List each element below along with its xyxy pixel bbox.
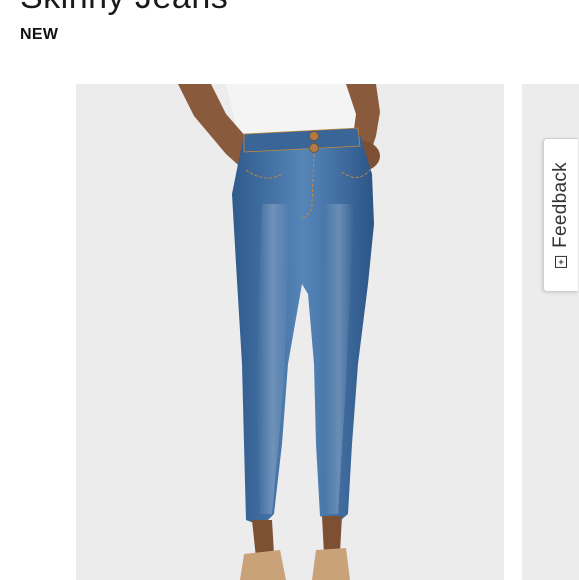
product-title: Skinny Jeans: [20, 0, 228, 17]
product-image-main[interactable]: [76, 84, 504, 580]
new-badge: NEW: [20, 26, 59, 43]
jeans-photo: [76, 84, 504, 580]
feedback-tab[interactable]: + Feedback: [543, 138, 578, 292]
feedback-plus-icon: +: [555, 255, 567, 268]
product-image-gallery[interactable]: [0, 84, 579, 580]
feedback-label: Feedback: [550, 162, 571, 248]
